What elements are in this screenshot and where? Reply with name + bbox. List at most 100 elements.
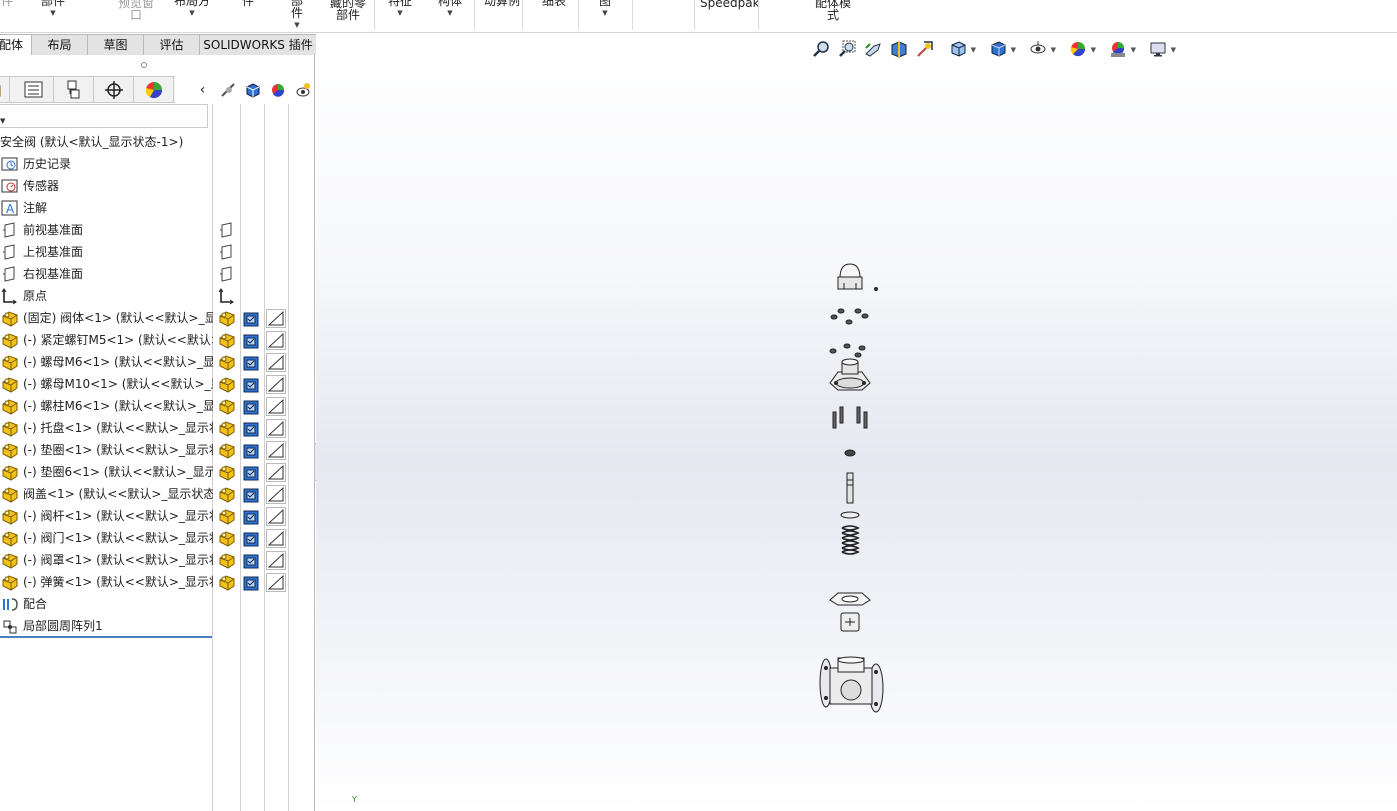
transparency-icon[interactable] [266, 331, 286, 350]
transparency-icon[interactable] [266, 375, 286, 394]
dropdown-arrow-icon[interactable]: ▼ [286, 21, 308, 29]
tree-item[interactable]: (-) 垫圈<1> (默认<<默认>_显示状态 1>) [0, 439, 315, 461]
ribbon-button-1[interactable]: 部件 ▼ [38, 0, 68, 27]
dropdown-arrow-icon[interactable]: ▼ [436, 9, 464, 17]
display-state-icon[interactable] [243, 531, 260, 547]
component-icon[interactable] [218, 442, 236, 459]
tree-item[interactable]: (-) 螺柱M6<1> (默认<<默认>_显示状态 1>) [0, 395, 315, 417]
ribbon-button-3[interactable]: 布局方 ▼ [172, 0, 212, 27]
ribbon-button-7[interactable]: 特征 ▼ [388, 0, 412, 27]
tree-item[interactable]: (-) 阀杆<1> (默认<<默认>_显示状态 1>) [0, 505, 315, 527]
tree-item[interactable]: 前视基准面 [0, 219, 315, 241]
tree-item[interactable]: 阀盖<1> (默认<<默认>_显示状态 1>) [0, 483, 315, 505]
dynamic-annotation-icon[interactable] [912, 37, 938, 61]
tree-item[interactable]: (-) 托盘<1> (默认<<默认>_显示状态 1>) [0, 417, 315, 439]
tab-displaymanager[interactable] [134, 77, 174, 103]
tree-item[interactable]: 右视基准面 [0, 263, 315, 285]
display-state-icon[interactable] [243, 465, 260, 481]
component-icon[interactable] [218, 398, 236, 415]
dropdown-arrow-icon[interactable]: ▼ [388, 9, 412, 17]
display-state-icon[interactable] [243, 421, 260, 437]
tree-item[interactable]: (固定) 阀体<1> (默认<<默认>_显示状态 1>) [0, 307, 315, 329]
appearance-icon[interactable] [265, 79, 290, 101]
plane-icon[interactable] [218, 266, 236, 283]
panel-handle[interactable] [141, 62, 147, 68]
tab-propertymanager[interactable] [14, 77, 54, 103]
dropdown-arrow-icon[interactable]: ▼ [172, 9, 212, 17]
display-style-icon[interactable] [240, 79, 265, 101]
apply-scene-icon[interactable]: ▼ [1098, 37, 1138, 61]
transparency-icon[interactable] [266, 463, 286, 482]
view-orientation-icon[interactable]: ▼ [938, 37, 978, 61]
display-state-icon[interactable] [243, 399, 260, 415]
tree-item[interactable]: (-) 阀罩<1> (默认<<默认>_显示状态 1>) [0, 549, 315, 571]
ribbon-button-8[interactable]: 构体 ▼ [436, 0, 464, 27]
ribbon-button-13[interactable]: 配体模式 [812, 0, 854, 29]
tab-1[interactable]: 布局 [31, 34, 88, 55]
exploded-assembly-model[interactable] [316, 33, 1397, 811]
hide-show-items-icon[interactable]: ▼ [1018, 37, 1058, 61]
tab-0[interactable]: 配体 [0, 34, 32, 55]
tab-2[interactable]: 草图 [87, 34, 144, 55]
tab-4[interactable]: SOLIDWORKS 插件 [199, 34, 317, 55]
view-settings-icon[interactable]: ▼ [1138, 37, 1178, 61]
tab-configurationmanager[interactable] [54, 77, 94, 103]
tree-item[interactable]: 局部圆周阵列1 [0, 615, 315, 637]
tab-3[interactable]: 评估 [143, 34, 200, 55]
transparency-icon[interactable] [266, 551, 286, 570]
display-state-icon[interactable] [243, 487, 260, 503]
component-icon[interactable] [218, 574, 236, 591]
tree-item[interactable]: 原点 [0, 285, 315, 307]
display-state-icon[interactable] [243, 311, 260, 327]
tree-item[interactable]: 传感器 [0, 175, 315, 197]
tree-item[interactable]: 配合 [0, 593, 315, 615]
tree-item[interactable]: (-) 螺母M6<1> (默认<<默认>_显示状态 1>) [0, 351, 315, 373]
component-icon[interactable] [218, 464, 236, 481]
ribbon-button-0[interactable]: 件 [0, 0, 22, 27]
component-icon[interactable] [218, 332, 236, 349]
hide-show-icon[interactable] [215, 79, 240, 101]
section-view-icon[interactable] [886, 37, 912, 61]
display-state-icon[interactable] [243, 377, 260, 393]
display-state-icon[interactable] [243, 443, 260, 459]
tree-item[interactable]: (-) 弹簧<1> (默认<<默认>_显示状态 1>) [0, 571, 315, 593]
transparency-icon[interactable] [266, 573, 286, 592]
zoom-to-area-icon[interactable] [834, 37, 860, 61]
transparency-icon[interactable] [266, 397, 286, 416]
rollback-bar[interactable] [0, 636, 212, 638]
tab-featuremanager[interactable] [0, 77, 10, 103]
transparency-icon[interactable] [266, 309, 286, 328]
display-state-icon[interactable] [243, 355, 260, 371]
ribbon-button-12[interactable]: Speedpak [700, 0, 760, 29]
display-state-icon[interactable] [243, 553, 260, 569]
zoom-to-fit-icon[interactable] [808, 37, 834, 61]
component-icon[interactable] [218, 376, 236, 393]
component-icon[interactable] [218, 354, 236, 371]
ribbon-button-6[interactable]: 藏的零部件 [328, 0, 368, 29]
ribbon-button-10[interactable]: 细表 [541, 0, 567, 27]
transparency-icon[interactable] [266, 441, 286, 460]
graphics-area[interactable] [316, 33, 1397, 811]
collapse-arrow-icon[interactable]: ‹ [190, 79, 215, 101]
view-icon[interactable] [290, 79, 315, 101]
component-icon[interactable] [218, 486, 236, 503]
component-icon[interactable] [218, 530, 236, 547]
tree-item[interactable]: (-) 垫圈6<1> (默认<<默认>_显示状态 1>) [0, 461, 315, 483]
plane-icon[interactable] [218, 222, 236, 239]
tree-item[interactable]: (-) 阀门<1> (默认<<默认>_显示状态 1>) [0, 527, 315, 549]
previous-view-icon[interactable] [860, 37, 886, 61]
component-icon[interactable] [218, 508, 236, 525]
component-icon[interactable] [218, 552, 236, 569]
tree-item[interactable]: A 注解 [0, 197, 315, 219]
origin-icon[interactable] [218, 288, 236, 305]
dropdown-arrow-icon[interactable]: ▼ [598, 9, 612, 17]
ribbon-button-5[interactable]: 部件 ▼ [286, 0, 308, 29]
tree-item[interactable]: 上视基准面 [0, 241, 315, 263]
assembly-root[interactable]: 安全阀 (默认<默认_显示状态-1>) [0, 133, 183, 151]
display-state-icon[interactable] [243, 509, 260, 525]
transparency-icon[interactable] [266, 485, 286, 504]
transparency-icon[interactable] [266, 507, 286, 526]
filter-dropdown-icon[interactable]: ▼ [0, 117, 5, 125]
transparency-icon[interactable] [266, 529, 286, 548]
component-icon[interactable] [218, 310, 236, 327]
